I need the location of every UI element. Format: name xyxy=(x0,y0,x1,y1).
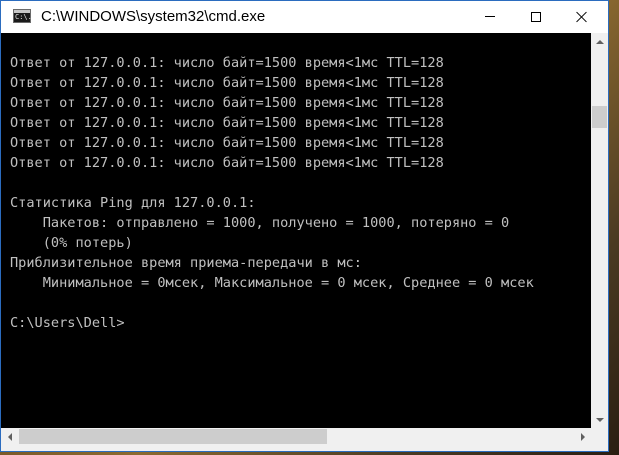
cmd-app-icon[interactable]: C:\. xyxy=(13,9,32,23)
console-line: Минимальное = 0мсек, Максимальное = 0 мс… xyxy=(10,275,534,291)
console-line: Приблизительное время приема-передачи в … xyxy=(10,255,362,271)
console-line: Ответ от 127.0.0.1: число байт=1500 врем… xyxy=(10,95,444,111)
console-line: Ответ от 127.0.0.1: число байт=1500 врем… xyxy=(10,55,444,71)
scroll-up-button[interactable] xyxy=(591,33,608,50)
minimize-icon xyxy=(485,16,495,17)
minimize-button[interactable] xyxy=(467,1,513,32)
window-title: C:\WINDOWS\system32\cmd.exe xyxy=(41,8,266,25)
scrollbar-corner xyxy=(591,428,608,445)
console-output[interactable]: Ответ от 127.0.0.1: число байт=1500 врем… xyxy=(1,33,591,428)
horizontal-scroll-thumb[interactable] xyxy=(19,429,327,444)
title-bar[interactable]: C:\. C:\WINDOWS\system32\cmd.exe xyxy=(1,1,608,33)
console-line: Ответ от 127.0.0.1: число байт=1500 врем… xyxy=(10,155,444,171)
console-lines: Ответ от 127.0.0.1: число байт=1500 врем… xyxy=(10,53,534,333)
scroll-down-button[interactable] xyxy=(591,411,608,428)
scroll-left-button[interactable] xyxy=(1,428,18,445)
console-line: Пакетов: отправлено = 1000, получено = 1… xyxy=(10,215,510,231)
console-line: Ответ от 127.0.0.1: число байт=1500 врем… xyxy=(10,135,444,151)
console-line: C:\Users\Dell> xyxy=(10,315,125,331)
arrow-right-icon xyxy=(580,432,585,441)
arrow-up-icon xyxy=(595,39,604,44)
maximize-button[interactable] xyxy=(513,1,559,32)
console-line: Статистика Ping для 127.0.0.1: xyxy=(10,195,256,211)
arrow-down-icon xyxy=(595,417,604,422)
vertical-scroll-thumb[interactable] xyxy=(592,106,607,128)
horizontal-scrollbar[interactable] xyxy=(1,428,591,445)
cmd-window: C:\. C:\WINDOWS\system32\cmd.exe Ответ о… xyxy=(0,0,609,452)
console-line: Ответ от 127.0.0.1: число байт=1500 врем… xyxy=(10,75,444,91)
close-button[interactable] xyxy=(559,1,605,32)
scroll-right-button[interactable] xyxy=(574,428,591,445)
close-icon xyxy=(576,11,588,23)
console-line: (0% потерь) xyxy=(10,235,133,251)
window-bottom-edge xyxy=(1,445,608,451)
maximize-icon xyxy=(531,11,541,22)
app-icon-text: C:\. xyxy=(15,13,32,21)
vertical-scrollbar[interactable] xyxy=(591,33,608,428)
arrow-left-icon xyxy=(7,432,12,441)
console-line: Ответ от 127.0.0.1: число байт=1500 врем… xyxy=(10,115,444,131)
